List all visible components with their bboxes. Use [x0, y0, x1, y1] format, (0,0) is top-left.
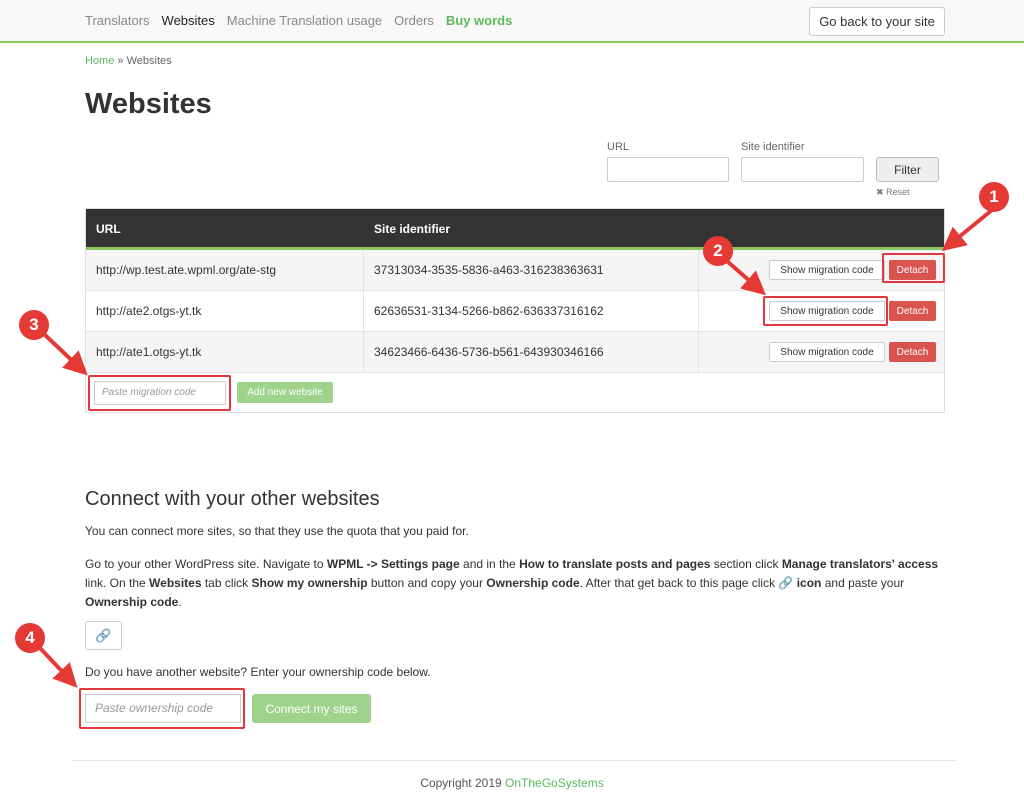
arrow-4 [38, 646, 78, 688]
annotation-badge-2: 2 [703, 236, 733, 266]
annotation-badge-3: 3 [19, 310, 49, 340]
arrow-1 [941, 208, 994, 252]
annotation-badge-4: 4 [15, 623, 45, 653]
annotation-arrows [38, 208, 994, 688]
arrow-3 [42, 332, 88, 376]
arrow-2 [726, 260, 767, 296]
annotation-badge-1: 1 [979, 182, 1009, 212]
